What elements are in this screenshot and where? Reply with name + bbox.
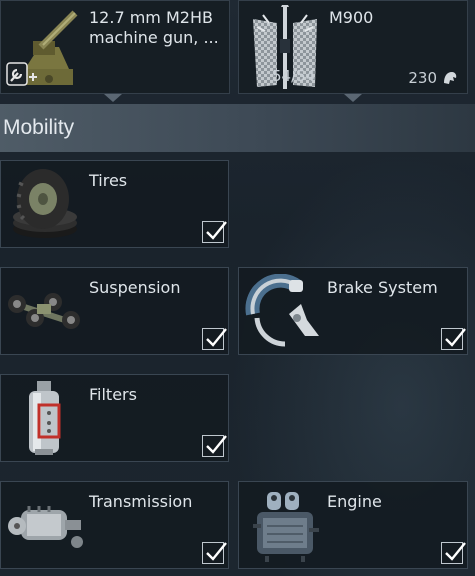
engine-icon bbox=[247, 486, 325, 570]
module-card-transmission[interactable]: Transmission bbox=[0, 481, 229, 569]
module-label-tires: Tires bbox=[89, 171, 128, 190]
checkmark-icon bbox=[445, 542, 466, 561]
tires-icon bbox=[9, 163, 79, 249]
module-checkbox-transmission[interactable] bbox=[202, 542, 227, 564]
module-checkbox-tires[interactable] bbox=[202, 221, 227, 243]
weapon-label-shell: M900 bbox=[329, 8, 374, 27]
checkmark-icon bbox=[206, 435, 227, 454]
checkmark-icon bbox=[206, 221, 227, 240]
module-card-suspension[interactable]: Suspension bbox=[0, 267, 229, 355]
module-card-tires[interactable]: Tires bbox=[0, 160, 229, 248]
weapon-card-pointer-2 bbox=[344, 94, 362, 102]
module-card-brake-system[interactable]: Brake System bbox=[238, 267, 468, 355]
weapon-card-shell[interactable]: M900 54/54 230 bbox=[238, 0, 468, 94]
module-checkbox-suspension[interactable] bbox=[202, 328, 227, 350]
checkmark-icon bbox=[206, 542, 227, 561]
silver-lion-icon bbox=[441, 69, 459, 91]
checkmark-icon bbox=[206, 328, 227, 347]
filters-icon bbox=[23, 379, 69, 463]
weapon-label-machine-gun: 12.7 mm M2HB machine gun, ... bbox=[89, 8, 219, 47]
machine-gun-icon bbox=[3, 7, 85, 95]
suspension-icon bbox=[5, 274, 83, 354]
module-checkbox-brake-system[interactable] bbox=[441, 328, 466, 350]
ammo-count: 54/54 bbox=[272, 67, 316, 85]
module-label-engine: Engine bbox=[327, 492, 382, 511]
ammo-price: 230 bbox=[408, 69, 437, 87]
transmission-icon bbox=[5, 490, 85, 564]
module-checkbox-filters[interactable] bbox=[202, 435, 227, 457]
module-card-engine[interactable]: Engine bbox=[238, 481, 468, 569]
weapon-card-pointer bbox=[104, 94, 122, 102]
module-label-filters: Filters bbox=[89, 385, 137, 404]
section-title: Mobility bbox=[3, 116, 75, 139]
module-label-transmission: Transmission bbox=[89, 492, 193, 511]
weapon-card-machine-gun[interactable]: 12.7 mm M2HB machine gun, ... bbox=[0, 0, 230, 94]
section-header-mobility: Mobility bbox=[0, 104, 475, 152]
module-label-suspension: Suspension bbox=[89, 278, 181, 297]
module-card-filters[interactable]: Filters bbox=[0, 374, 229, 462]
module-label-brake-system: Brake System bbox=[327, 278, 438, 297]
checkmark-icon bbox=[445, 328, 466, 347]
module-checkbox-engine[interactable] bbox=[441, 542, 466, 564]
brake-system-icon bbox=[245, 273, 325, 354]
